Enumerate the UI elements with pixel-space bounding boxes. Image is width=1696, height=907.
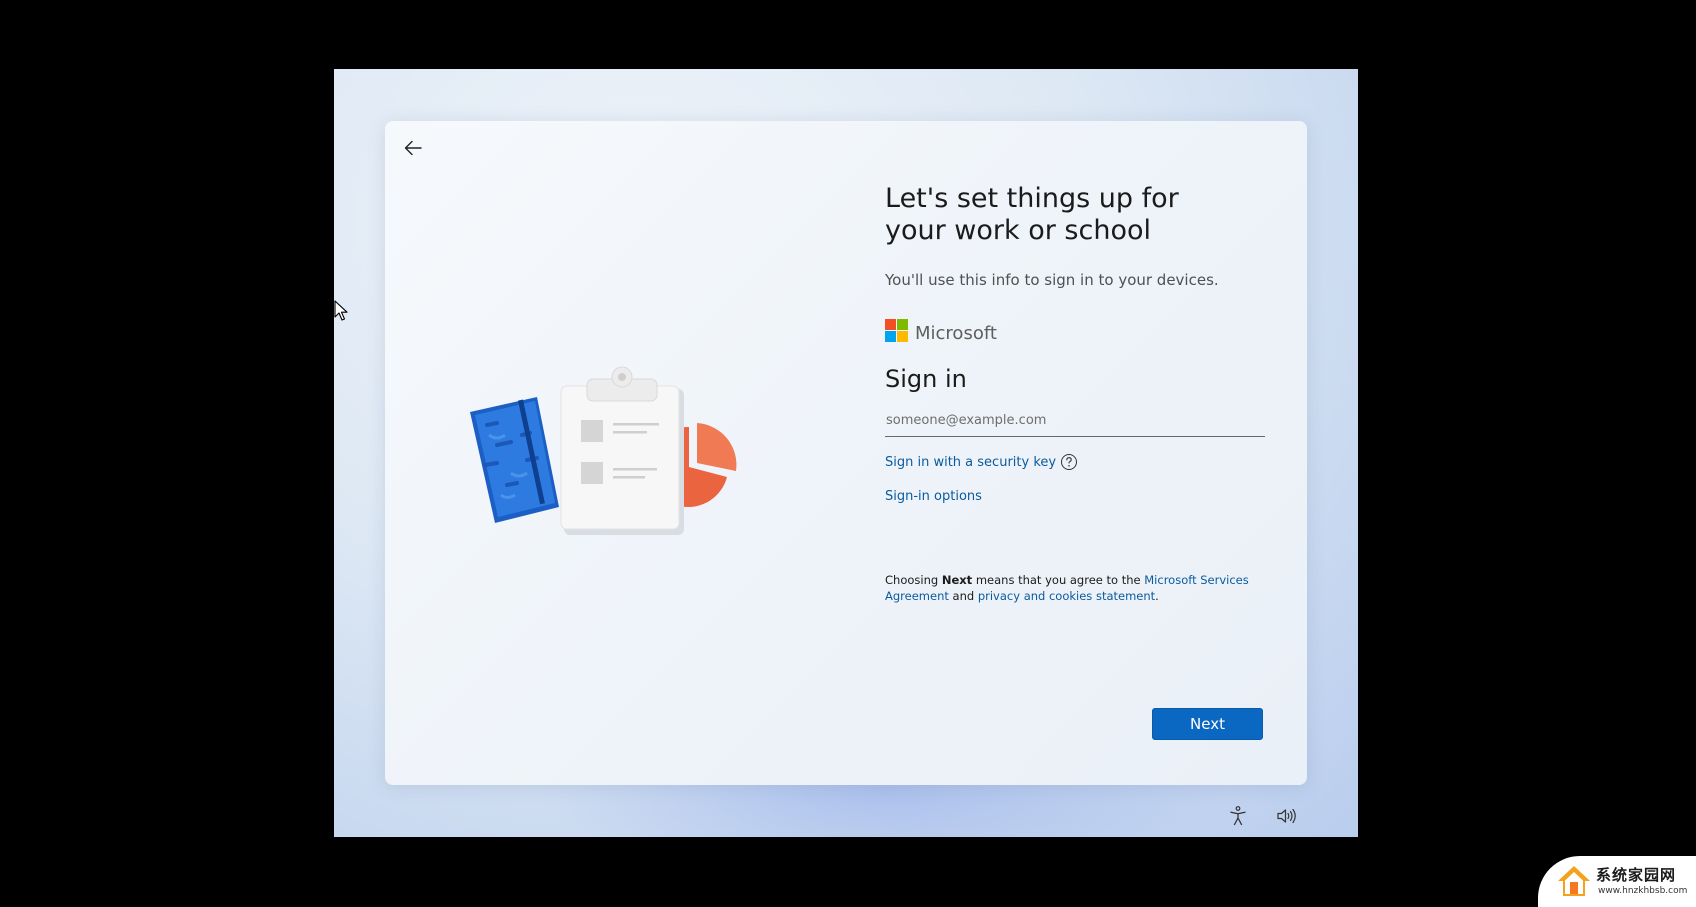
- signin-heading: Sign in: [885, 365, 967, 393]
- volume-icon[interactable]: [1274, 804, 1298, 828]
- notebook-graphic: [470, 397, 559, 523]
- oobe-screen: Let's set things up for your work or sch…: [334, 69, 1358, 837]
- microsoft-logo-icon: [885, 319, 909, 347]
- legal-prefix: Choosing: [885, 573, 942, 587]
- signin-options-link[interactable]: Sign-in options: [885, 489, 982, 504]
- privacy-statement-link[interactable]: privacy and cookies statement: [978, 589, 1155, 603]
- back-arrow-icon: [403, 140, 423, 160]
- accessibility-icon[interactable]: [1226, 804, 1250, 828]
- security-key-link[interactable]: Sign in with a security key: [885, 455, 1056, 470]
- house-logo-icon: [1556, 864, 1592, 902]
- mouse-cursor-icon: [334, 300, 350, 326]
- page-title: Let's set things up for your work or sch…: [885, 183, 1179, 246]
- help-icon[interactable]: [1060, 453, 1078, 471]
- watermark-title: 系统家园网: [1596, 866, 1677, 884]
- signin-form: Let's set things up for your work or sch…: [885, 183, 1265, 604]
- legal-next-word: Next: [941, 573, 973, 587]
- microsoft-brand: Microsoft: [885, 319, 1265, 347]
- security-key-row: Sign in with a security key: [885, 453, 1265, 471]
- work-school-illustration: [467, 365, 757, 535]
- page-subtitle: You'll use this info to sign in to your …: [885, 271, 1219, 289]
- email-input[interactable]: [885, 405, 1265, 437]
- setup-card: Let's set things up for your work or sch…: [385, 121, 1307, 785]
- legal-and: and: [948, 589, 978, 603]
- legal-notice: Choosing Next means that you agree to th…: [885, 572, 1265, 604]
- legal-middle: means that you agree to the: [972, 573, 1145, 587]
- watermark-url: www.hnzkhbsb.com: [1598, 886, 1688, 896]
- site-watermark: 系统家园网 www.hnzkhbsb.com: [1538, 856, 1696, 907]
- legal-suffix: .: [1155, 589, 1159, 603]
- brand-name: Microsoft: [915, 322, 997, 344]
- next-button[interactable]: Next: [1152, 708, 1263, 740]
- clipboard-graphic: [560, 366, 684, 535]
- back-button[interactable]: [397, 135, 429, 165]
